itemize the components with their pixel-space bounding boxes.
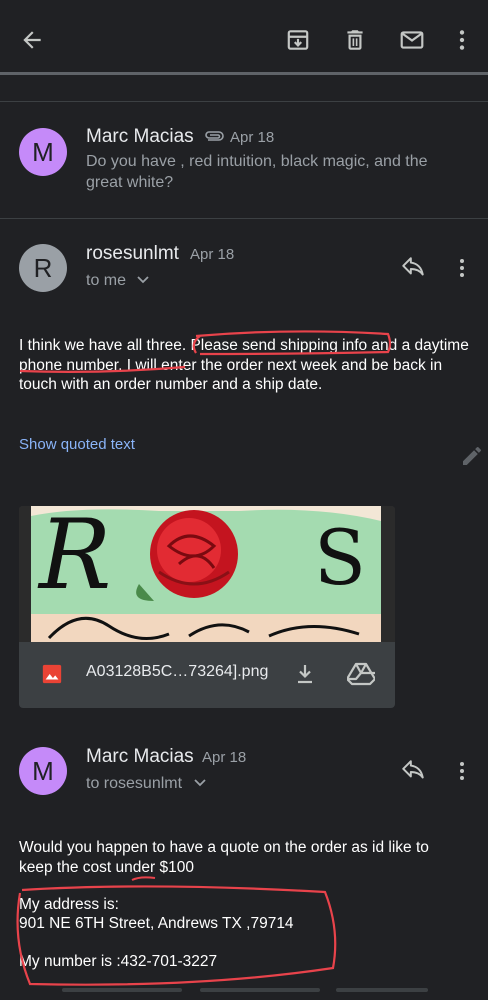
svg-text:S: S: [314, 513, 366, 602]
top-toolbar: [0, 0, 488, 76]
chevron-down-icon: [193, 779, 206, 787]
svg-text:R: R: [37, 506, 111, 611]
show-quoted-text-link[interactable]: Show quoted text: [19, 436, 135, 453]
recipient-label: to me: [86, 272, 127, 289]
drive-icon[interactable]: [345, 662, 377, 691]
attachment-card[interactable]: R S A03128B5C…73264].png: [19, 506, 395, 708]
body-text: and a: [367, 337, 411, 354]
more-vert-icon[interactable]: [444, 22, 480, 58]
message-snippet: Do you have , red intuition, black magic…: [86, 153, 428, 191]
message-body: Would you happen to have a quote on the …: [19, 839, 429, 876]
download-icon[interactable]: [293, 662, 317, 691]
sender-name: rosesunlmt: [86, 243, 179, 264]
recipient-details[interactable]: to rosesunlmt: [86, 775, 207, 793]
message-body: I think we have all three. Please send s…: [19, 336, 474, 395]
recipient-details[interactable]: to me: [86, 272, 150, 290]
more-vert-icon[interactable]: [447, 756, 477, 786]
thread-divider: [0, 101, 488, 102]
address-text: 901 NE 6TH Street, Andrews TX ,79714: [19, 915, 294, 932]
message-date: Apr 18: [230, 129, 275, 146]
phone-number-text: My number is :432-701-3227: [19, 953, 218, 970]
mail-icon[interactable]: [394, 22, 430, 58]
message-date: Apr 18: [202, 749, 247, 766]
avatar: R: [19, 244, 67, 292]
scroll-indicator: [336, 988, 428, 992]
body-text: I think we have all three.: [19, 337, 187, 354]
scroll-indicator: [62, 988, 182, 992]
message-date: Apr 18: [190, 246, 235, 263]
reply-icon[interactable]: [398, 756, 428, 786]
thread-divider: [0, 218, 488, 219]
scroll-indicator: [200, 988, 320, 992]
reply-icon[interactable]: [398, 253, 428, 283]
address-label: My address is:: [19, 896, 119, 913]
recipient-label: to rosesunlmt: [86, 775, 183, 792]
edit-pencil-icon[interactable]: [460, 444, 484, 473]
attachment-thumbnail[interactable]: R S: [19, 506, 395, 642]
avatar: M: [19, 747, 67, 795]
chevron-down-icon: [137, 276, 150, 284]
avatar: M: [19, 128, 67, 176]
attachment-filename: A03128B5C…73264].png: [86, 663, 269, 680]
sender-name: Marc Macias: [86, 126, 194, 147]
toolbar-divider: [0, 72, 488, 75]
archive-icon[interactable]: [280, 22, 316, 58]
highlight-shipping-info: Please send shipping info: [190, 337, 368, 354]
paperclip-icon: [202, 128, 226, 149]
arrow-back-icon[interactable]: [14, 22, 50, 58]
trash-icon[interactable]: [337, 22, 373, 58]
more-vert-icon[interactable]: [447, 253, 477, 283]
image-icon: [41, 663, 63, 690]
sender-name: Marc Macias: [86, 746, 194, 767]
